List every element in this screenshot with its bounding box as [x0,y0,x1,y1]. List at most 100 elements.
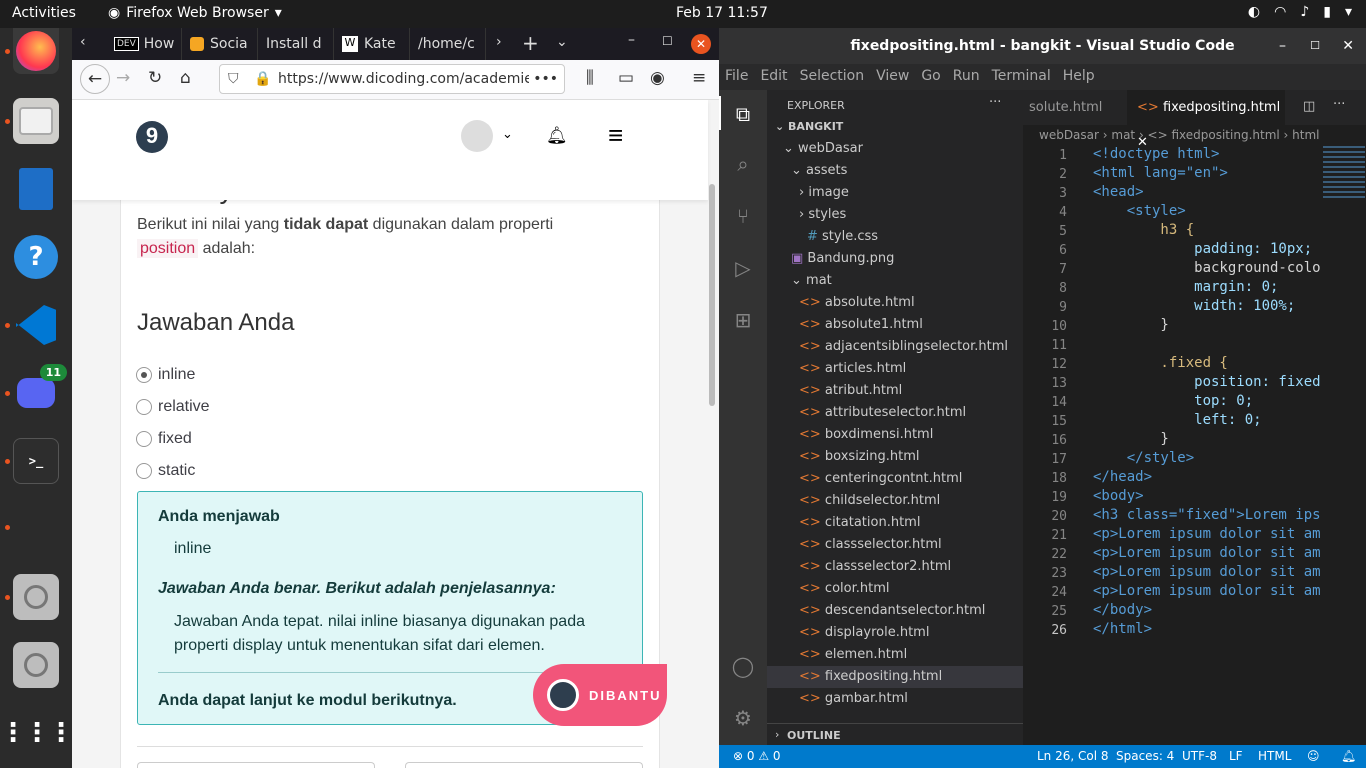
dicoding-logo[interactable]: 9 [136,121,168,153]
tree-item[interactable]: › image [767,182,1023,204]
tab-scroll-right-icon[interactable]: › [496,34,502,50]
tree-item[interactable]: ⌄ mat [767,270,1023,292]
run-debug-icon[interactable]: ▷ [731,256,755,280]
back-button[interactable]: ← [80,64,110,94]
tree-item[interactable]: <> classselector.html [767,534,1023,556]
radio-icon[interactable] [136,463,152,479]
eol[interactable]: LF [1229,749,1243,763]
close-button[interactable]: ✕ [1342,28,1354,64]
home-button[interactable]: ⌂ [180,68,191,88]
cursor-position[interactable]: Ln 26, Col 8 [1037,749,1109,763]
avatar[interactable] [461,120,493,152]
tree-item[interactable]: ▣ Bandung.png [767,248,1023,270]
tree-item[interactable]: <> atribut.html [767,380,1023,402]
page-actions-icon[interactable]: ••• [529,65,558,93]
tree-item[interactable]: <> articles.html [767,358,1023,380]
activities-button[interactable]: Activities [12,5,76,21]
sidebar-icon[interactable]: ▭ [618,68,634,88]
code-line[interactable]: <p>Lorem ipsum dolor sit am [1093,564,1323,580]
app-menu[interactable]: ◉ Firefox Web Browser ▾ [108,5,282,21]
forward-button[interactable]: → [116,68,130,88]
chevron-down-icon[interactable]: ⌄ [556,34,568,50]
url-bar[interactable]: ⛉ 🔒 https://www.dicoding.com/academie ••… [219,64,565,94]
menu-go[interactable]: Go [915,64,946,90]
disk-dock-icon[interactable] [13,574,59,620]
code-line[interactable]: </style> [1093,450,1323,466]
tree-item[interactable]: › styles [767,204,1023,226]
tree-item[interactable]: <> elemen.html [767,644,1023,666]
tree-item[interactable]: <> citatation.html [767,512,1023,534]
tree-item[interactable]: <> color.html [767,578,1023,600]
menu-selection[interactable]: Selection [794,64,871,90]
code-line[interactable]: } [1093,431,1323,447]
explorer-icon[interactable]: ⧉ [731,102,755,126]
radio-icon[interactable] [136,367,152,383]
new-tab-button[interactable]: + [522,31,539,55]
code-line[interactable]: </html> [1093,621,1323,637]
option-relative[interactable]: relative [136,398,210,416]
tab[interactable]: DEV How [106,28,182,60]
reload-button[interactable]: ↻ [148,68,162,88]
tree-item[interactable]: <> boxsizing.html [767,446,1023,468]
tree-item[interactable]: <> classselector2.html [767,556,1023,578]
tab-scroll-left-icon[interactable]: ‹ [80,34,86,50]
encoding[interactable]: UTF-8 [1182,749,1217,763]
tab[interactable]: W Kate [334,28,410,60]
tree-item[interactable]: <> attributeselector.html [767,402,1023,424]
discord-tray-icon[interactable]: ◐ [1248,4,1260,20]
terminal-dock-icon[interactable]: >_ [13,438,59,484]
tree-item[interactable]: <> absolute.html [767,292,1023,314]
tree-item[interactable]: <> descendantselector.html [767,600,1023,622]
tab-fixedpositing[interactable]: <> fixedpositing.html ✕ [1127,90,1285,150]
code-line[interactable]: } [1093,317,1323,333]
tree-item[interactable]: <> adjacentsiblingselector.html [767,336,1023,358]
clock[interactable]: Feb 17 11:57 [676,5,768,21]
tree-item[interactable]: <> boxdimensi.html [767,424,1023,446]
menu-icon[interactable]: ≡ [692,68,706,88]
extensions-icon[interactable]: ⊞ [731,308,755,332]
code-line[interactable]: .fixed { [1093,355,1323,371]
vscode-dock-icon[interactable] [13,302,59,348]
writer-dock-icon[interactable] [13,166,59,212]
option-static[interactable]: static [136,462,195,480]
code-line[interactable]: top: 0; [1093,393,1323,409]
tree-item[interactable]: <> gambar.html [767,688,1023,710]
language-mode[interactable]: HTML [1258,749,1291,763]
menu-view[interactable]: View [870,64,915,90]
option-fixed[interactable]: fixed [136,430,192,448]
minimize-button[interactable]: – [628,32,635,48]
code-line[interactable]: <html lang="en"> [1093,165,1323,181]
code-line[interactable]: margin: 0; [1093,279,1323,295]
code-line[interactable]: h3 { [1093,222,1323,238]
tab[interactable]: Socia [182,28,258,60]
outline-section[interactable]: › OUTLINE [767,723,1023,745]
source-control-icon[interactable]: ⑂ [731,204,755,228]
system-tray[interactable]: ◐ ◠ ♪ ▮ ▾ [1248,4,1352,20]
tree-item[interactable]: <> fixedpositing.html [767,666,1023,688]
code-line[interactable]: padding: 10px; [1093,241,1323,257]
files-dock-icon[interactable] [13,98,59,144]
minimize-button[interactable]: – [1279,28,1286,64]
search-icon[interactable]: ⌕ [731,152,755,176]
code-line[interactable]: <head> [1093,184,1323,200]
tree-item[interactable]: ⌄ webDasar [767,138,1023,160]
radio-icon[interactable] [136,399,152,415]
tree-item[interactable]: <> childselector.html [767,490,1023,512]
close-button[interactable]: ✕ [691,34,711,54]
disk-dock-icon[interactable] [13,642,59,688]
code-line[interactable]: width: 100%; [1093,298,1323,314]
indentation[interactable]: Spaces: 4 [1116,749,1174,763]
code-line[interactable]: </head> [1093,469,1323,485]
feedback-icon[interactable]: ☺ [1307,749,1320,763]
code-line[interactable]: <style> [1093,203,1323,219]
code-line[interactable]: <h3 class="fixed">Lorem ips [1093,507,1323,523]
bell-icon[interactable]: 🔔︎ [546,126,568,146]
firefox-dock-icon[interactable] [13,28,59,74]
menu-file[interactable]: File [719,64,754,90]
tab[interactable]: Install d [258,28,334,60]
tree-item[interactable]: # style.css [767,226,1023,248]
next-button[interactable] [405,762,643,768]
more-actions-icon[interactable]: ··· [989,95,1001,110]
settings-gear-icon[interactable]: ⚙ [731,706,755,730]
bell-icon[interactable]: 🔔︎ [1341,749,1356,763]
